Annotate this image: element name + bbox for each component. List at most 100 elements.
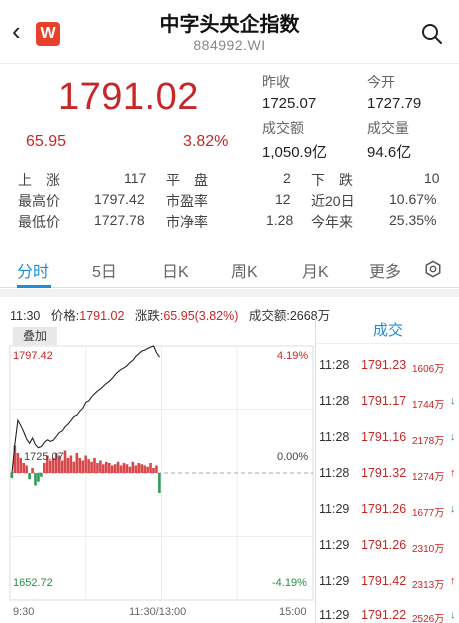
flat-label: 平 盘: [166, 172, 208, 188]
trade-time: 11:28: [319, 358, 350, 372]
ytd-value: 25.35%: [389, 212, 437, 228]
flat-value: 2: [283, 170, 291, 186]
overlay-button[interactable]: 叠加: [13, 327, 57, 345]
tab-daily-k[interactable]: 日K: [162, 258, 189, 282]
up-arrow-icon: ↑: [450, 467, 456, 479]
volume-bar: [146, 466, 149, 473]
volume-bar: [63, 450, 67, 473]
falling-label: 下 跌: [311, 172, 353, 188]
trade-volume: 1677万: [412, 508, 445, 519]
rising-label: 上 涨: [18, 172, 60, 188]
turnover-block: 成交额 1,050.9亿: [262, 118, 327, 162]
volume-bar: [102, 464, 105, 473]
index-code: 884992.WI: [193, 37, 266, 53]
trade-price: 1791.23: [361, 358, 407, 372]
volume-bar: [134, 465, 138, 473]
volume-bar: [107, 463, 111, 473]
trade-row: 11:29 1791.26 1677万 ↓: [316, 502, 459, 522]
prev-close-value: 1725.07: [262, 95, 317, 112]
trades-title[interactable]: 成交: [316, 318, 459, 344]
chart-tabs: 分时 5日 日K 周K 月K 更多: [0, 252, 459, 288]
trade-price: 1791.22: [361, 608, 407, 622]
open-block: 今开 1727.79: [367, 72, 421, 112]
trade-time: 11:29: [319, 608, 350, 622]
trade-price: 1791.17: [361, 394, 407, 408]
trades-panel: 成交 11:28 1791.23 1606万 11:28 1791.17 174…: [315, 318, 459, 623]
trade-volume: 2178万: [412, 436, 445, 447]
volume-value: 94.6亿: [367, 144, 412, 161]
volume-bar: [105, 461, 108, 473]
tab-intraday[interactable]: 分时: [17, 258, 49, 282]
page-title: 中字头央企指数: [159, 14, 300, 36]
header-divider: [0, 63, 459, 64]
y-max-pct: 4.19%: [277, 350, 309, 362]
y-max-price: 1797.42: [13, 350, 53, 362]
open-value: 1727.79: [367, 95, 422, 112]
down-arrow-icon: ↓: [450, 609, 456, 621]
pe-label: 市盈率: [166, 193, 208, 209]
volume-bar: [131, 461, 135, 473]
section-gap: [0, 289, 459, 297]
turnover-label: 成交额: [262, 120, 304, 136]
volume-bar: [75, 453, 79, 473]
chg20-value: 10.67%: [389, 191, 437, 207]
stats-row: 上 涨 117 平 盘 2 下 跌 10: [18, 170, 443, 190]
down-arrow-icon: ↓: [450, 503, 456, 515]
tab-more[interactable]: 更多: [369, 258, 401, 282]
search-icon[interactable]: [420, 22, 444, 46]
volume-bar: [72, 461, 76, 473]
turnover-value: 1,050.9亿: [262, 144, 328, 161]
volume-bar: [34, 473, 37, 486]
y-min-pct: -4.19%: [272, 577, 307, 589]
current-price: 1791.02: [58, 76, 199, 118]
x-time-mid: 11:30/13:00: [129, 606, 187, 618]
settings-hexagon-icon[interactable]: [424, 260, 442, 278]
volume-bar: [87, 459, 90, 473]
volume-bar: [19, 458, 23, 473]
volume-bar: [31, 468, 34, 473]
trade-time: 11:29: [319, 502, 350, 516]
volume-bar: [10, 473, 14, 478]
volume-bar: [40, 473, 43, 477]
low-label: 最低价: [18, 214, 60, 230]
trade-price: 1791.26: [361, 502, 407, 516]
trade-volume: 1274万: [412, 472, 445, 483]
tab-5day[interactable]: 5日: [92, 258, 117, 282]
volume-bar: [122, 463, 126, 473]
volume-bar: [149, 463, 152, 473]
rising-value: 117: [124, 170, 147, 186]
stats-row: 最高价 1797.42 市盈率 12 近20日 10.67%: [18, 191, 443, 211]
volume-bar: [81, 460, 84, 473]
active-tab-underline: [17, 285, 51, 288]
prev-close-block: 昨收 1725.07: [262, 72, 316, 112]
chg20-label: 近20日: [311, 193, 355, 209]
high-value: 1797.42: [94, 191, 145, 207]
pb-label: 市净率: [166, 214, 208, 230]
volume-bar: [125, 464, 129, 473]
volume-bar: [140, 464, 143, 473]
trade-price: 1791.42: [361, 574, 407, 588]
trade-row: 11:29 1791.22 2526万 ↓: [316, 608, 459, 623]
trade-time: 11:29: [319, 538, 350, 552]
volume-bar: [28, 473, 31, 480]
trade-price: 1791.16: [361, 430, 407, 444]
volume-bar: [90, 461, 93, 473]
falling-value: 10: [424, 170, 440, 186]
volume-label: 成交量: [367, 120, 409, 136]
volume-bar: [43, 463, 46, 473]
trade-price: 1791.26: [361, 538, 407, 552]
price-change-pct: 3.82%: [183, 133, 229, 150]
volume-bar: [143, 465, 146, 473]
trade-time: 11:29: [319, 574, 350, 588]
volume-bar: [66, 458, 70, 473]
tab-monthly-k[interactable]: 月K: [302, 258, 329, 282]
pb-value: 1.28: [266, 212, 294, 228]
trade-volume: 2310万: [412, 544, 445, 555]
x-time-end: 15:00: [279, 606, 307, 618]
open-label: 今开: [367, 74, 395, 90]
tab-weekly-k[interactable]: 周K: [231, 258, 258, 282]
down-arrow-icon: ↓: [450, 395, 456, 407]
trade-row: 11:28 1791.32 1274万 ↑: [316, 466, 459, 486]
volume-bar: [93, 458, 96, 473]
y-base-price: 1725.07: [24, 451, 64, 463]
